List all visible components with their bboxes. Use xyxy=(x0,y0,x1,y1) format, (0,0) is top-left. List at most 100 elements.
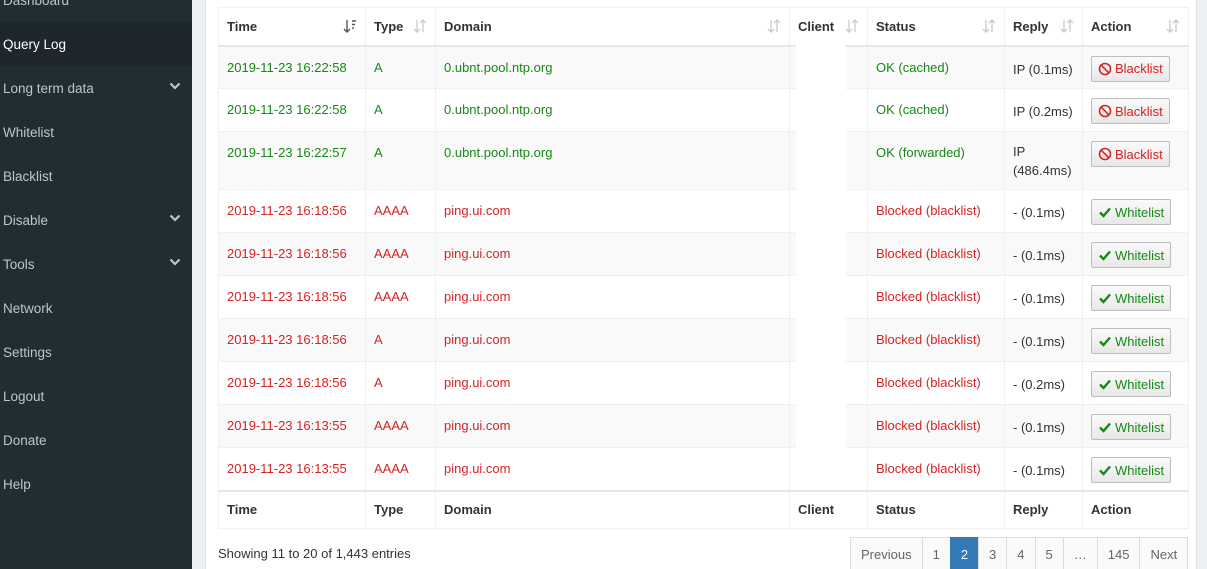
whitelist-button[interactable]: Whitelist xyxy=(1091,414,1172,440)
sidebar-item-donate[interactable]: Donate xyxy=(0,418,192,462)
sidebar-item-help[interactable]: Help xyxy=(0,462,192,506)
whitelist-button[interactable]: Whitelist xyxy=(1091,285,1172,311)
cell-action: Whitelist xyxy=(1082,275,1189,319)
sidebar-item-disable[interactable]: Disable xyxy=(0,198,192,242)
column-header-label: Domain xyxy=(444,18,492,34)
column-header-domain[interactable]: Domain xyxy=(435,7,790,47)
blacklist-button[interactable]: Blacklist xyxy=(1091,141,1170,167)
sidebar-item-label: Dashboard xyxy=(3,0,70,8)
cell-time: 2019-11-23 16:18:56 xyxy=(218,232,366,276)
cell-type: A xyxy=(365,318,436,362)
cell-reply: IP (0.2ms) xyxy=(1004,88,1083,132)
table-row: 2019-11-23 16:22:58 A 0.ubnt.pool.ntp.org O… xyxy=(218,88,1189,132)
reply-text: - (0.1ms) xyxy=(1013,463,1065,478)
sidebar-item-network[interactable]: Network xyxy=(0,286,192,330)
pagination-page[interactable]: 1 xyxy=(921,537,951,569)
cell-time: 2019-11-23 16:22:58 xyxy=(218,88,366,132)
sidebar-item-dashboard[interactable]: Dashboard xyxy=(0,0,192,22)
column-header-label: Reply xyxy=(1013,18,1049,34)
pagination-page[interactable]: 3 xyxy=(978,537,1008,569)
cell-status: Blocked (blacklist) xyxy=(867,361,1005,405)
table-header-row: Time Type Domain Client Status Reply Action xyxy=(218,7,1189,47)
cell-action: Whitelist xyxy=(1082,447,1189,491)
pagination-next[interactable]: Next xyxy=(1139,537,1189,569)
cell-status: OK (cached) xyxy=(867,88,1005,132)
action-button-label: Whitelist xyxy=(1115,333,1165,349)
column-footer-time: Time xyxy=(218,489,366,529)
sidebar-item-settings[interactable]: Settings xyxy=(0,330,192,374)
cell-status: Blocked (blacklist) xyxy=(867,275,1005,319)
reply-text: - (0.1ms) xyxy=(1013,334,1065,349)
cell-status: OK (forwarded) xyxy=(867,131,1005,190)
cell-time: 2019-11-23 16:18:56 xyxy=(218,189,366,233)
cell-reply: - (0.1ms) xyxy=(1004,447,1083,491)
table-row: 2019-11-23 16:18:56 Aping.ui.com Blocked (… xyxy=(218,318,1189,362)
table-row: 2019-11-23 16:18:56 AAAA ping.ui.com Blocke… xyxy=(218,189,1189,233)
cell-action: Blacklist xyxy=(1082,88,1189,132)
sidebar-item-label: Settings xyxy=(3,344,52,360)
sort-both-icon xyxy=(1060,18,1074,34)
action-button-label: Whitelist xyxy=(1115,462,1165,478)
cell-reply: - (0.2ms) xyxy=(1004,361,1083,405)
sidebar-item-logout[interactable]: Logout xyxy=(0,374,192,418)
reply-text: IP (486.4ms) xyxy=(1013,144,1072,178)
sort-both-icon xyxy=(1166,18,1180,34)
column-footer-type: Type xyxy=(365,489,436,529)
cell-domain: ping.ui.com xyxy=(435,232,790,276)
cell-type: A xyxy=(365,131,436,190)
sidebar-item-blacklist[interactable]: Blacklist xyxy=(0,154,192,198)
column-header-label: Type xyxy=(374,18,404,34)
blacklist-button[interactable]: Blacklist xyxy=(1091,98,1170,124)
cell-reply: - (0.1ms) xyxy=(1004,318,1083,362)
sort-both-icon xyxy=(413,18,427,34)
sidebar-item-label: Logout xyxy=(3,388,45,404)
cell-client xyxy=(789,447,868,491)
table-row: 2019-11-23 16:18:56 Aping.ui.com Blocked (… xyxy=(218,361,1189,405)
column-header-client[interactable]: Client xyxy=(789,7,868,47)
pagination-previous[interactable]: Previous xyxy=(850,537,923,569)
whitelist-button[interactable]: Whitelist xyxy=(1091,199,1172,225)
pagination-page[interactable]: 4 xyxy=(1006,537,1036,569)
sidebar-item-query-log[interactable]: Query Log xyxy=(0,22,192,66)
column-header-reply[interactable]: Reply xyxy=(1004,7,1083,47)
whitelist-button[interactable]: Whitelist xyxy=(1091,328,1172,354)
table-row: 2019-11-23 16:22:57 A 0.ubnt.pool.ntp.org O… xyxy=(218,131,1189,190)
pagination-page[interactable]: 2 xyxy=(949,537,980,569)
cell-reply: - (0.1ms) xyxy=(1004,404,1083,448)
sidebar-item-label: Disable xyxy=(3,212,49,228)
sort-both-icon xyxy=(982,18,996,34)
reply-text: - (0.1ms) xyxy=(1013,205,1065,220)
whitelist-button[interactable]: Whitelist xyxy=(1091,457,1172,483)
cell-domain: 0.ubnt.pool.ntp.org xyxy=(435,88,790,132)
sidebar-item-long-term-data[interactable]: Long term data xyxy=(0,66,192,110)
column-header-status[interactable]: Status xyxy=(867,7,1005,47)
table-row: 2019-11-23 16:18:56 AAAA ping.ui.com Blocke… xyxy=(218,232,1189,276)
column-header-label: Client xyxy=(798,18,835,34)
cell-time: 2019-11-23 16:18:56 xyxy=(218,318,366,362)
cell-reply: IP (0.1ms) xyxy=(1004,45,1083,89)
table-info: Showing 11 to 20 of 1,443 entries xyxy=(218,546,411,561)
blacklist-button[interactable]: Blacklist xyxy=(1091,55,1170,82)
cell-time: 2019-11-23 16:22:58 xyxy=(218,45,366,89)
sidebar-item-tools[interactable]: Tools xyxy=(0,242,192,286)
whitelist-button[interactable]: Whitelist xyxy=(1091,242,1172,268)
column-header-action[interactable]: Action xyxy=(1082,7,1189,47)
action-button-label: Whitelist xyxy=(1115,419,1165,435)
chevron-down-icon xyxy=(168,211,182,225)
sort-both-icon xyxy=(845,18,859,34)
column-header-label: Action xyxy=(1091,18,1132,34)
cell-time: 2019-11-23 16:22:57 xyxy=(218,131,366,190)
pagination-page[interactable]: 5 xyxy=(1034,537,1064,569)
pagination-ellipsis: … xyxy=(1062,537,1098,569)
pagination-page[interactable]: 145 xyxy=(1096,537,1141,569)
cell-time: 2019-11-23 16:13:55 xyxy=(218,404,366,448)
column-header-time[interactable]: Time xyxy=(218,7,366,47)
cell-type: AAAA xyxy=(365,447,436,491)
sidebar-item-whitelist[interactable]: Whitelist xyxy=(0,110,192,154)
whitelist-button[interactable]: Whitelist xyxy=(1091,371,1172,397)
check-icon xyxy=(1098,291,1115,305)
column-header-type[interactable]: Type xyxy=(365,7,436,47)
pagination: Previous 1 2 3 4 5… 145 Next xyxy=(850,537,1189,569)
cell-domain: ping.ui.com xyxy=(435,189,790,233)
cell-time: 2019-11-23 16:18:56 xyxy=(218,361,366,405)
